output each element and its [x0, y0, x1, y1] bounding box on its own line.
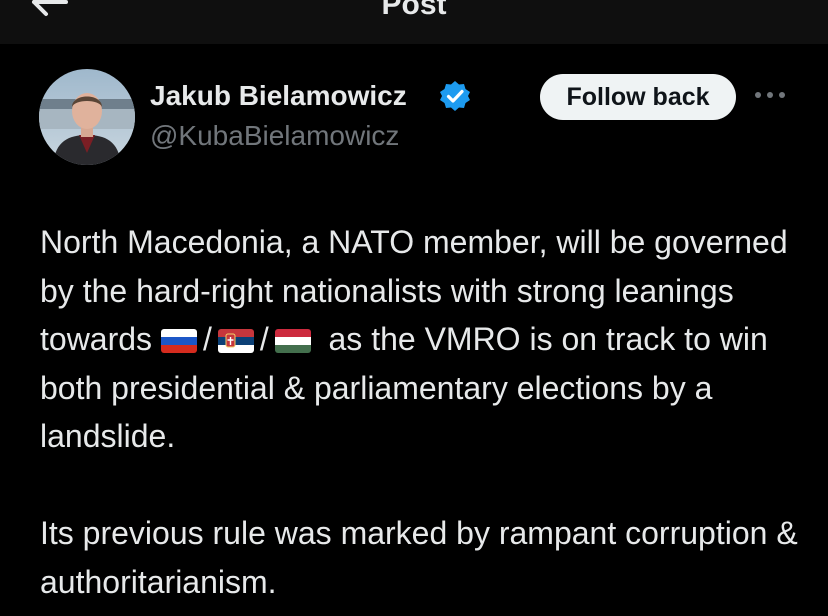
post-paragraph-2: Its previous rule was marked by rampant …: [40, 515, 798, 600]
avatar[interactable]: [39, 69, 135, 165]
author-name[interactable]: Jakub Bielamowicz: [150, 79, 407, 113]
top-bar: Post: [0, 0, 828, 44]
post-text: North Macedonia, a NATO member, will be …: [40, 218, 800, 606]
post-paragraph-1: North Macedonia, a NATO member, will be …: [40, 218, 800, 461]
flag-separator: /: [202, 321, 212, 357]
hungary-flag-icon: [274, 329, 311, 353]
more-options-icon[interactable]: [754, 88, 786, 102]
follow-back-button[interactable]: Follow back: [540, 74, 736, 120]
flag-separator: /: [259, 321, 269, 357]
author-handle[interactable]: @KubaBielamowicz: [150, 119, 399, 153]
serbia-flag-icon: [217, 329, 254, 353]
russia-flag-icon: [160, 329, 197, 353]
verified-badge-icon: [439, 80, 471, 112]
page-title: Post: [381, 0, 447, 21]
